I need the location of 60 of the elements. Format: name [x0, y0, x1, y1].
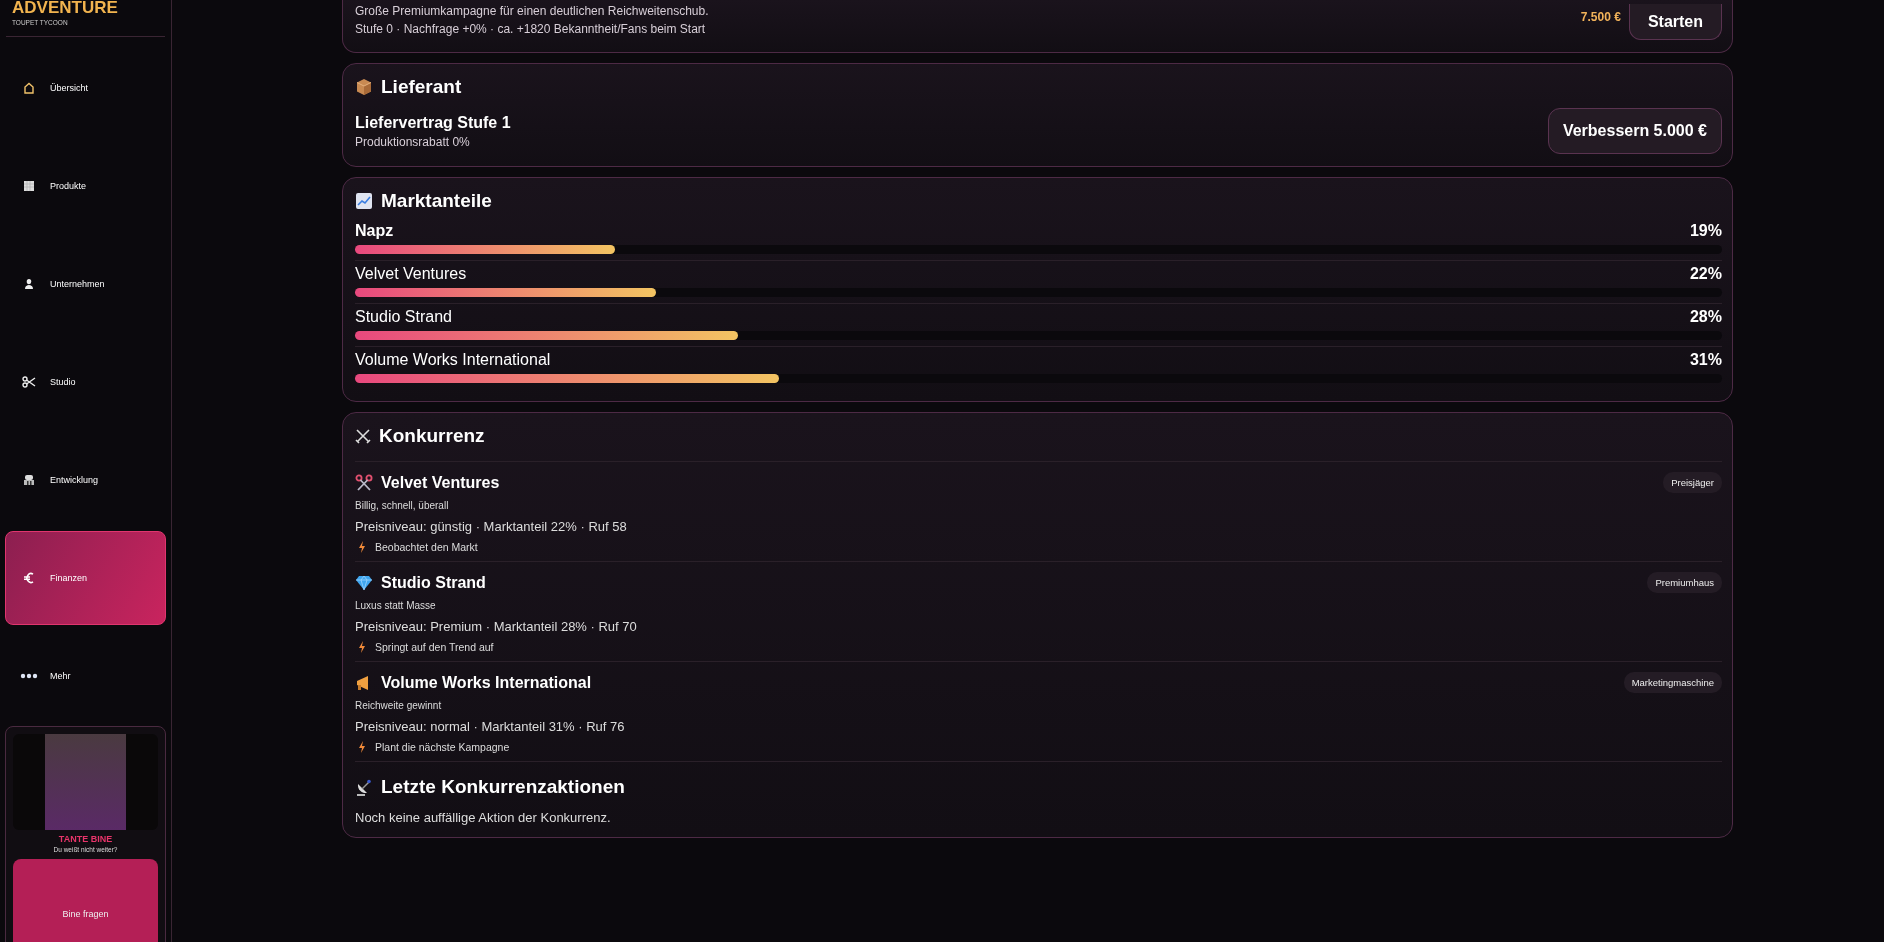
company-name: Volume Works International [355, 351, 551, 369]
rival-tagline: Billig, schnell, überall [355, 500, 450, 511]
share-value: 22% [1689, 265, 1722, 283]
campaign-description: Große Premiumkampagne für einen deutlichen Reichweitenschub. [355, 4, 709, 18]
nav-item[interactable]: Übersicht [5, 41, 166, 135]
nav-item[interactable]: Studio [5, 335, 166, 429]
company-name: Napz [355, 222, 394, 240]
crossed-swords-icon [355, 428, 371, 444]
company-name: Velvet Ventures [355, 265, 467, 283]
section-title: Lieferant [381, 76, 462, 98]
discount-text: Produktionsrabatt 0% [355, 134, 471, 149]
rival-stats: Preisniveau: normal · Marktanteil 31% · Ruf 76 [355, 719, 626, 734]
section-title: Konkurrenz [379, 425, 485, 447]
share-value: 28% [1689, 308, 1722, 326]
contract-title: Liefervertrag Stufe 1 [355, 113, 511, 132]
share-value: 31% [1689, 351, 1722, 369]
rival-activity: Springt auf den Trend auf [375, 641, 494, 653]
lightning-icon [358, 641, 366, 653]
scissors-icon [22, 376, 36, 388]
scissors-icon [355, 473, 373, 492]
rival-stats: Preisniveau: günstig · Marktanteil 22% · Ruf 58 [355, 519, 628, 534]
nav-item[interactable]: Produkte [5, 139, 166, 233]
rival-name: Volume Works International [381, 673, 592, 692]
package-icon [355, 78, 373, 96]
gem-icon [355, 574, 373, 591]
chart-icon [355, 192, 373, 210]
grid-icon [23, 180, 35, 192]
rival-name: Studio Strand [381, 573, 486, 592]
section-title: Letzte Konkurrenzaktionen [381, 776, 625, 798]
euro-icon [23, 572, 35, 584]
lightning-icon [358, 541, 366, 553]
home-icon [23, 82, 35, 94]
advisor-name: TANTE BINE [58, 834, 113, 844]
section-title: Marktanteile [381, 190, 492, 212]
nav-item[interactable]: Finanzen [5, 531, 166, 625]
campaign-price: 7.500 € [1580, 10, 1621, 24]
brand-title: ADVENTURE [12, 0, 119, 16]
person-icon [23, 278, 35, 290]
recent-actions-text: Noch keine auffällige Aktion der Konkurrenz. [355, 810, 612, 825]
lightning-icon [358, 741, 366, 753]
share-value: 19% [1689, 222, 1722, 240]
upgrade-button[interactable]: Verbessern 5.000 € [1547, 108, 1722, 154]
rival-tag: Marketingmaschine [1623, 672, 1722, 693]
rival-tag: Premiumhaus [1647, 572, 1722, 593]
rival-tag: Preisjäger [1663, 472, 1722, 493]
more-icon [20, 673, 38, 679]
nav-item[interactable]: Mehr [5, 629, 166, 723]
rival-name: Velvet Ventures [381, 473, 500, 492]
ask-button[interactable]: Bine fragen [13, 859, 158, 942]
nav-item[interactable]: Entwicklung [5, 433, 166, 527]
rival-stats: Preisniveau: Premium · Marktanteil 28% · Ruf 70 [355, 619, 638, 634]
rival-activity: Plant die nächste Kampagne [375, 741, 510, 753]
rival-activity: Beobachtet den Markt [375, 541, 478, 553]
company-name: Studio Strand [355, 308, 452, 326]
rival-tagline: Luxus statt Masse [355, 600, 437, 611]
nav-item[interactable]: Unternehmen [5, 237, 166, 331]
satellite-dish-icon [355, 778, 373, 796]
campaign-details: Stufe 0 · Nachfrage +0% · ca. +1820 Bekanntheit/Fans beim Start [355, 22, 707, 36]
rival-tagline: Reichweite gewinnt [355, 700, 443, 711]
start-button[interactable]: Starten [1628, 4, 1722, 40]
